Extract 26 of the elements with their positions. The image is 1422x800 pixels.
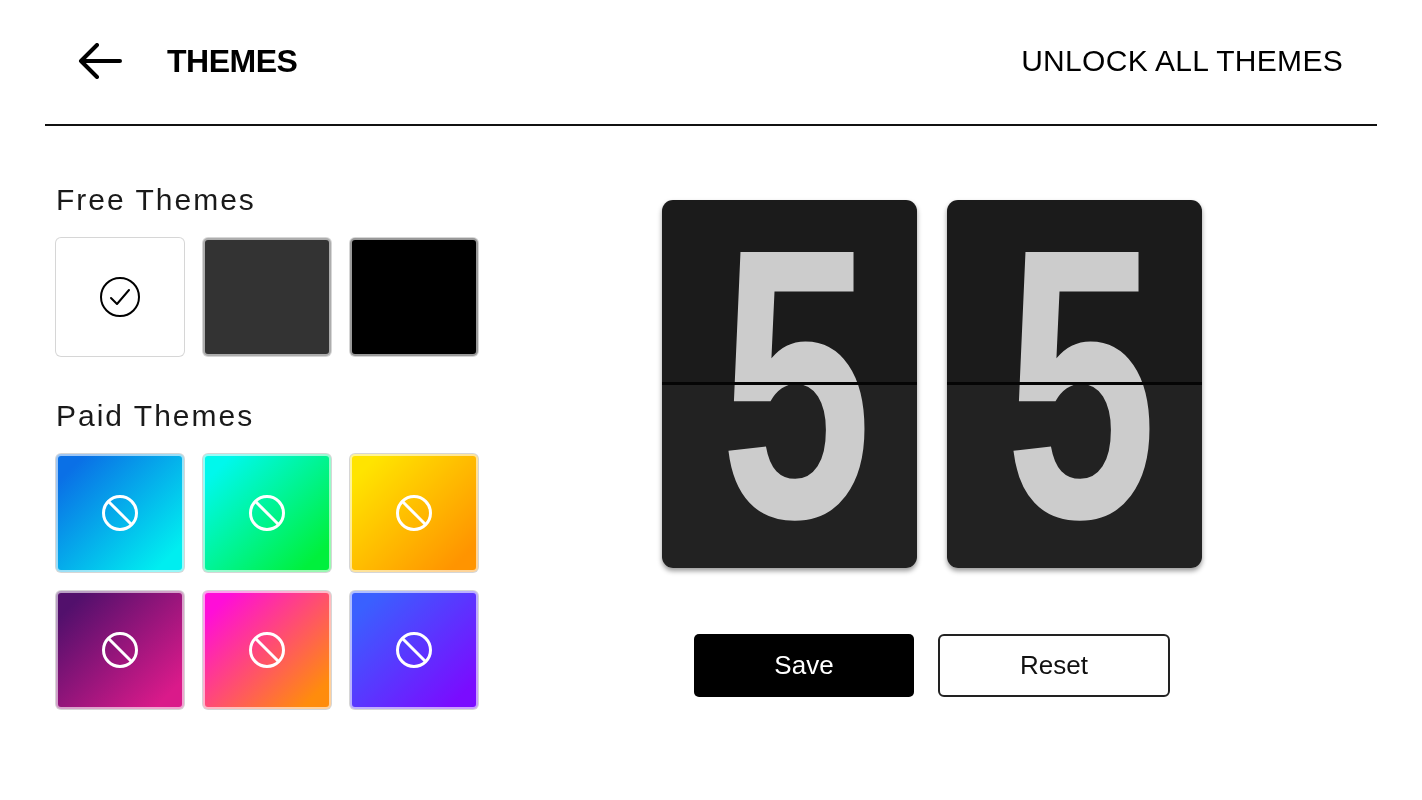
prohibited-icon [102,495,138,531]
theme-swatch[interactable] [56,454,184,572]
section-heading: Paid Themes [56,399,256,433]
save-button[interactable]: Save [694,634,914,697]
reset-button[interactable]: Reset [938,634,1170,697]
theme-swatch[interactable] [350,454,478,572]
clock-digit: 5 [720,234,873,534]
unlock-themes-button[interactable]: UNLOCK ALL THEMES [1021,41,1343,81]
theme-swatch[interactable] [56,238,184,356]
prohibited-icon [249,495,285,531]
theme-swatch[interactable] [350,591,478,709]
clock-digit: 5 [1005,234,1158,534]
page-title: THEMES [167,42,298,81]
back-arrow-icon [78,43,122,79]
prohibited-icon [102,632,138,668]
prohibited-icon [249,632,285,668]
theme-swatch[interactable] [203,591,331,709]
theme-swatch[interactable] [56,591,184,709]
section-heading: Free Themes [56,183,257,217]
back-button[interactable] [78,43,122,79]
theme-swatch[interactable] [203,238,331,356]
check-circle-icon [100,277,140,317]
prohibited-icon [396,632,432,668]
theme-swatch[interactable] [203,454,331,572]
theme-swatch[interactable] [350,238,478,356]
prohibited-icon [396,495,432,531]
